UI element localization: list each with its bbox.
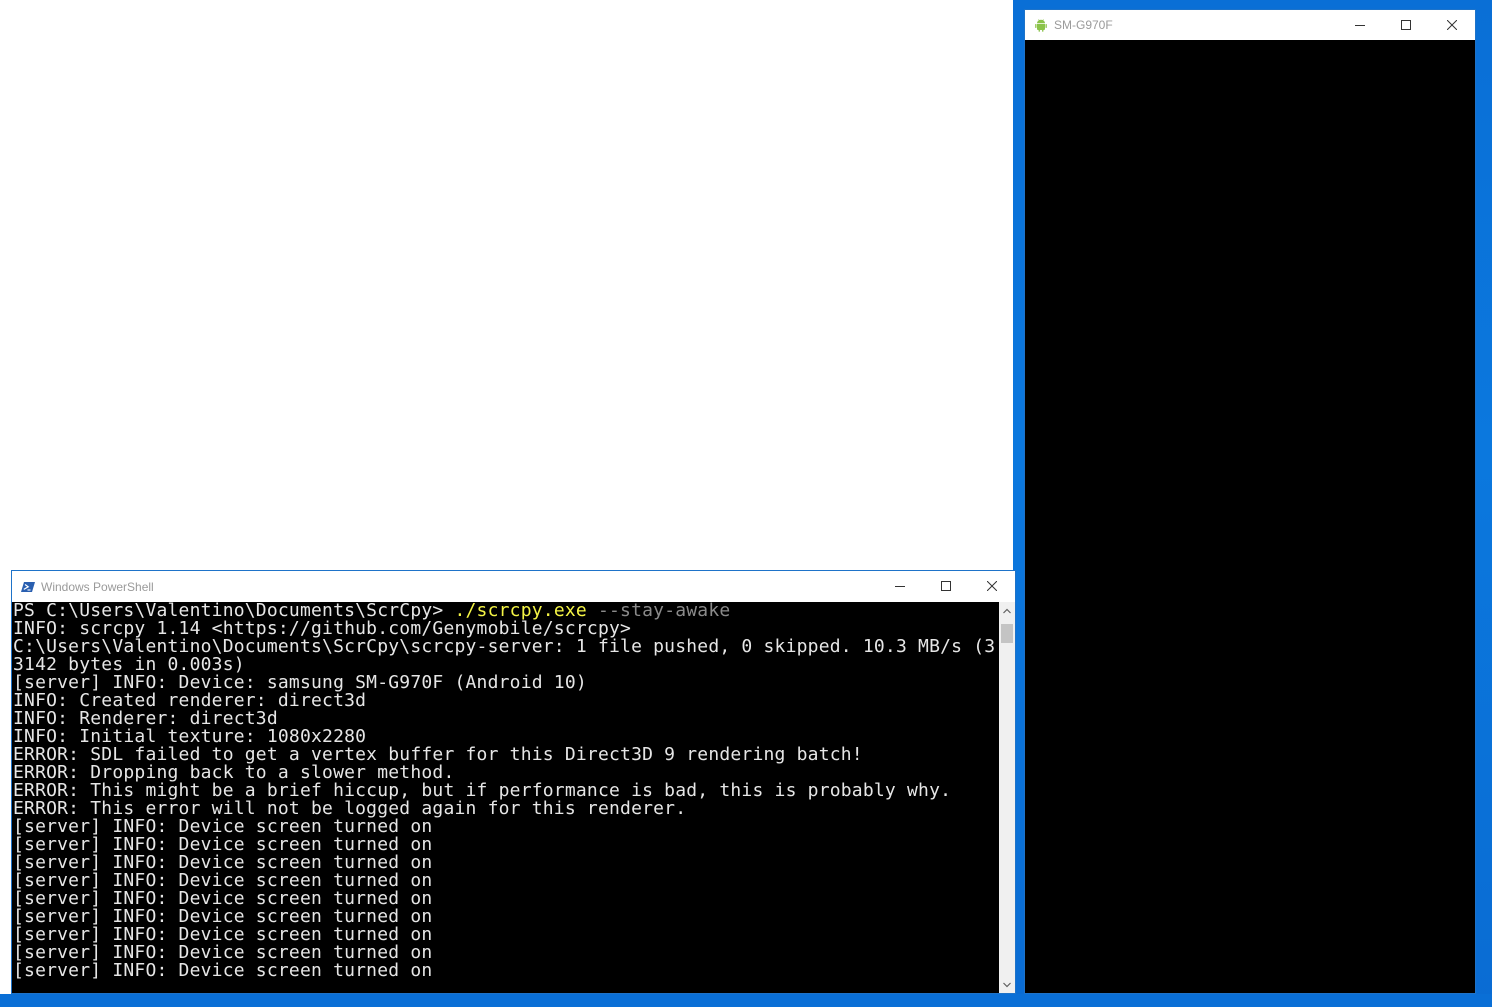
close-icon	[1447, 20, 1457, 30]
desktop-background-strip	[0, 994, 1492, 1007]
close-icon	[987, 581, 997, 591]
powershell-titlebar[interactable]: Windows PowerShell	[12, 571, 1015, 602]
vertical-scrollbar[interactable]	[999, 602, 1015, 993]
chevron-up-icon	[1003, 608, 1011, 613]
maximize-button[interactable]	[923, 571, 969, 601]
scroll-down-button[interactable]	[999, 976, 1015, 993]
scrollbar-thumb[interactable]	[1001, 624, 1013, 643]
scroll-up-button[interactable]	[999, 602, 1015, 619]
powershell-icon	[21, 581, 35, 592]
minimize-button[interactable]	[1337, 10, 1383, 40]
powershell-window-controls	[877, 571, 1015, 601]
scrcpy-window-title: SM-G970F	[1054, 18, 1113, 32]
powershell-window[interactable]: Windows PowerShell PS C:\Users\Valentino…	[11, 570, 1016, 994]
scrcpy-titlebar[interactable]: SM-G970F	[1025, 10, 1475, 40]
device-mirror-screen[interactable]	[1025, 40, 1475, 993]
close-button[interactable]	[1429, 10, 1475, 40]
android-icon	[1035, 19, 1047, 32]
close-button[interactable]	[969, 571, 1015, 601]
minimize-icon	[895, 586, 905, 587]
scrcpy-window-controls	[1337, 10, 1475, 40]
minimize-icon	[1355, 25, 1365, 26]
maximize-button[interactable]	[1383, 10, 1429, 40]
maximize-icon	[1401, 20, 1411, 30]
powershell-window-title: Windows PowerShell	[41, 579, 154, 594]
chevron-down-icon	[1003, 982, 1011, 987]
scrcpy-window[interactable]: SM-G970F	[1024, 9, 1476, 994]
console-line: [server] INFO: Device screen turned on	[13, 960, 433, 981]
minimize-button[interactable]	[877, 571, 923, 601]
maximize-icon	[941, 581, 951, 591]
console-output[interactable]: PS C:\Users\Valentino\Documents\ScrCpy> …	[13, 602, 1000, 993]
